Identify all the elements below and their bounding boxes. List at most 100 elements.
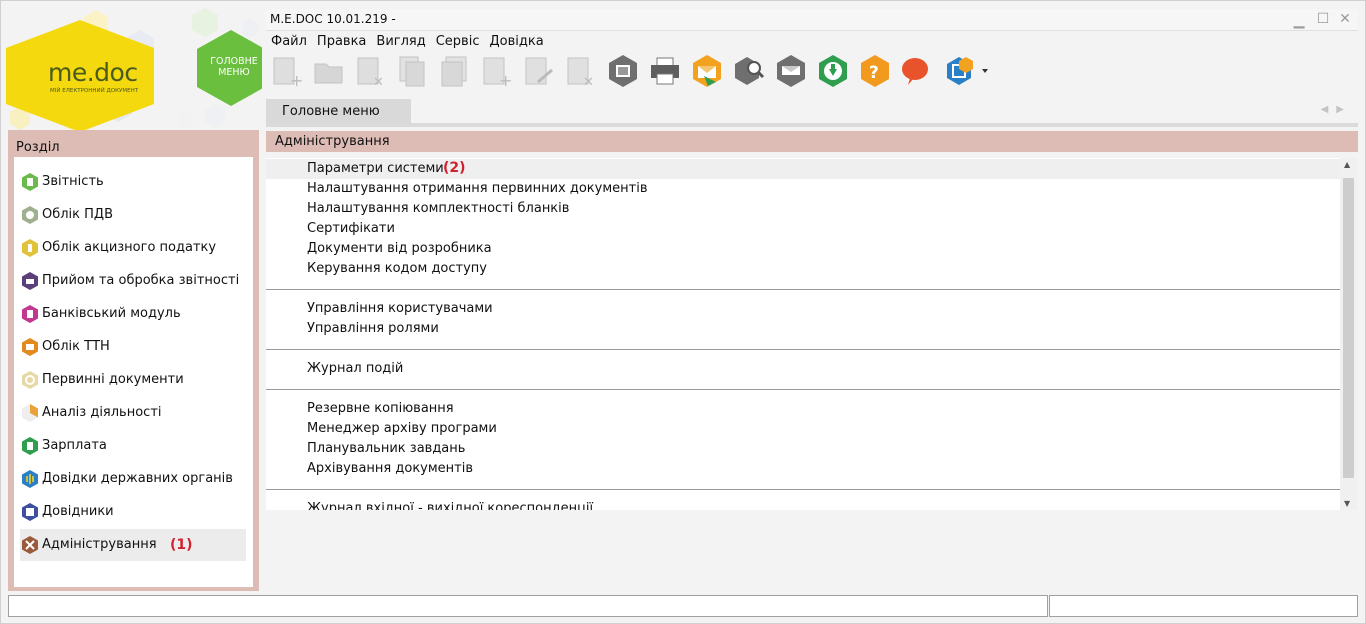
scroll-down-icon[interactable]: ▼ [1344, 499, 1350, 508]
list-item[interactable]: Журнал вхідної - вихідної кореспонденції [266, 499, 1340, 510]
window-title: M.E.DOC 10.01.219 - [270, 12, 396, 26]
edit-row-icon[interactable] [522, 54, 556, 88]
sidebar-item-administration[interactable]: Адміністрування (1) [20, 529, 246, 561]
admin-menu-list: Параметри системи (2) Налаштування отрим… [266, 158, 1340, 510]
chat-bubble-icon[interactable] [900, 54, 942, 88]
sidebar-item-label: Зарплата [42, 438, 107, 453]
menu-help[interactable]: Довідка [484, 32, 548, 52]
maximize-icon[interactable]: ☐ [1316, 12, 1330, 26]
tab-label: Головне меню [282, 104, 380, 119]
menu-view[interactable]: Вигляд [371, 32, 430, 52]
vat-icon [22, 206, 38, 224]
list-item[interactable]: Керування кодом доступу [266, 259, 1340, 279]
delete-row-icon[interactable]: ✕ [564, 54, 598, 90]
list-item-label: Налаштування отримання первинних докумен… [307, 181, 648, 196]
sections-list: Звітність Облік ПДВ Облік акцизного пода… [14, 157, 253, 587]
video-help-icon[interactable] [942, 54, 988, 88]
list-item[interactable]: Менеджер архіву програми [266, 419, 1340, 439]
list-item-label: Документи від розробника [307, 241, 492, 256]
menu-file[interactable]: Файл [266, 32, 312, 52]
list-item-label: Резервне копіювання [307, 401, 454, 416]
scroll-up-icon[interactable]: ▲ [1344, 160, 1350, 169]
bank-icon [22, 305, 38, 323]
sidebar-item-primary-docs[interactable]: Первинні документи [20, 364, 246, 396]
list-item[interactable]: Управління користувачами [266, 299, 1340, 319]
download-green-icon[interactable] [816, 54, 850, 88]
sidebar-item-salary[interactable]: Зарплата [20, 430, 246, 462]
menu-edit[interactable]: Правка [312, 32, 371, 52]
sidebar-item-label: Облік ПДВ [42, 207, 114, 222]
tab-main-menu[interactable]: Головне меню [266, 99, 411, 123]
group-divider [266, 289, 1340, 290]
sidebar-item-label: Звітність [42, 174, 104, 189]
delete-document-icon[interactable]: ✕ [354, 54, 388, 90]
receive-tray-icon[interactable] [774, 54, 808, 88]
sidebar-item-label: Довідники [42, 504, 114, 519]
tab-scroll-arrows[interactable]: ◀▶ [1321, 104, 1352, 115]
list-item[interactable]: Управління ролями [266, 319, 1340, 339]
list-item[interactable]: Планувальник завдань [266, 439, 1340, 459]
svg-text:✕: ✕ [583, 75, 594, 88]
list-item[interactable]: Архівування документів [266, 459, 1340, 479]
sidebar-item-bank[interactable]: Банківський модуль [20, 298, 246, 330]
open-folder-icon[interactable] [312, 54, 346, 88]
minimize-icon[interactable]: ▁ [1292, 14, 1306, 28]
printer-icon[interactable] [648, 54, 682, 88]
status-bar-secondary [1049, 595, 1358, 617]
list-item-label: Сертифікати [307, 221, 395, 236]
annotation-marker-1: (1) [170, 537, 193, 553]
sidebar-item-gov-references[interactable]: Довідки державних органів [20, 463, 246, 495]
group-divider [266, 389, 1340, 390]
salary-icon [22, 437, 38, 455]
close-icon[interactable]: ✕ [1338, 12, 1352, 26]
reception-icon [22, 272, 38, 290]
list-item[interactable]: Документи від розробника [266, 239, 1340, 259]
menu-service[interactable]: Сервіс [431, 32, 485, 52]
list-item-label: Управління користувачами [307, 301, 493, 316]
sidebar-item-label: Прийом та обробка звітності [42, 273, 240, 288]
list-item[interactable]: Журнал подій [266, 359, 1340, 379]
list-item[interactable]: Налаштування комплектності бланків [266, 199, 1340, 219]
logo-area: me.doc МІЙ ЕЛЕКТРОННИЙ ДОКУМЕНТ ГОЛОВНЕ … [0, 0, 262, 130]
menu-bar: Файл Правка Вигляд Сервіс Довідка [266, 32, 549, 52]
help-orange-icon[interactable]: ? [858, 54, 892, 88]
sidebar-item-analysis[interactable]: Аналіз діяльності [20, 397, 246, 429]
group-divider [266, 489, 1340, 490]
administration-icon [22, 536, 38, 554]
copy-document-icon[interactable] [396, 54, 430, 88]
sidebar-item-excise[interactable]: Облік акцизного податку [20, 232, 246, 264]
documents-stack-icon[interactable] [438, 54, 472, 88]
search-hex-icon[interactable] [732, 54, 766, 88]
list-item-label: Менеджер архіву програми [307, 421, 497, 436]
add-row-icon[interactable]: + [480, 54, 514, 90]
waybill-icon [22, 338, 38, 356]
group-divider [266, 349, 1340, 350]
sidebar-item-reports[interactable]: Звітність [20, 166, 246, 198]
sidebar-item-reception[interactable]: Прийом та обробка звітності [20, 265, 246, 297]
list-item-label: Журнал подій [307, 361, 404, 376]
image-hex-icon[interactable] [606, 54, 640, 88]
sidebar-item-vat[interactable]: Облік ПДВ [20, 199, 246, 231]
list-item[interactable]: Резервне копіювання [266, 399, 1340, 419]
sidebar-item-directories[interactable]: Довідники [20, 496, 246, 528]
scroll-thumb[interactable] [1343, 178, 1354, 478]
list-item-label: Планувальник завдань [307, 441, 466, 456]
sidebar-item-waybill[interactable]: Облік ТТН [20, 331, 246, 363]
sidebar-item-label: Адміністрування [42, 537, 157, 552]
analysis-icon [22, 404, 38, 422]
sections-header: Розділ [16, 140, 60, 155]
list-item[interactable]: Сертифікати [266, 219, 1340, 239]
excise-icon [22, 239, 38, 257]
sidebar-item-label: Банківський модуль [42, 306, 181, 321]
send-envelope-icon[interactable] [690, 54, 724, 88]
sidebar-item-label: Облік акцизного податку [42, 240, 217, 255]
home-menu-label: ГОЛОВНЕ МЕНЮ [210, 56, 258, 78]
vertical-scrollbar[interactable]: ▲ ▼ [1340, 158, 1357, 510]
logo-brand: me.doc [48, 58, 138, 87]
new-document-icon[interactable]: + [270, 54, 304, 90]
list-item-system-parameters[interactable]: Параметри системи (2) [266, 159, 1340, 179]
list-item-label: Параметри системи [307, 161, 444, 176]
list-item[interactable]: Налаштування отримання первинних докумен… [266, 179, 1340, 199]
svg-text:?: ? [869, 63, 879, 83]
sidebar-item-label: Довідки державних органів [42, 471, 233, 486]
